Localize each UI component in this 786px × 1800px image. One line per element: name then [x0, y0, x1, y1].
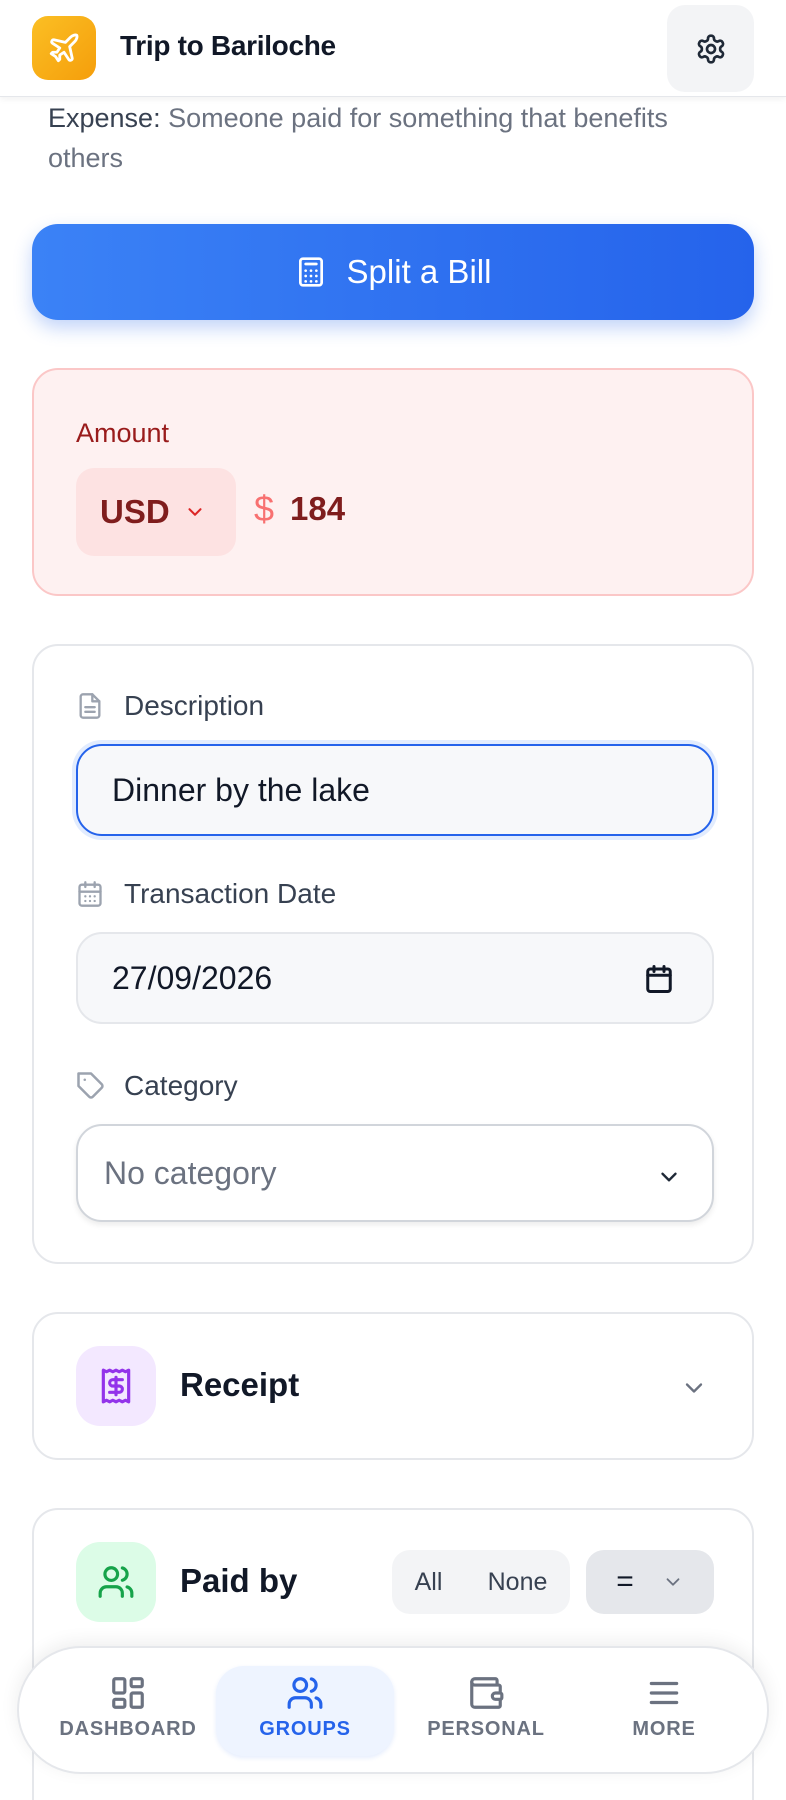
nav-more[interactable]: MORE — [575, 1666, 753, 1756]
settings-button[interactable] — [667, 5, 754, 92]
category-value: No category — [104, 1154, 277, 1191]
document-icon — [76, 691, 108, 721]
nav-groups[interactable]: GROUPS — [216, 1666, 394, 1756]
calendar-small-icon — [76, 879, 108, 909]
date-label-text: Transaction Date — [124, 878, 337, 909]
hint-label: Expense: — [48, 103, 161, 133]
tag-icon — [76, 1071, 108, 1101]
category-select[interactable]: No category — [76, 1124, 714, 1222]
nav-dashboard[interactable]: DASHBOARD — [39, 1666, 217, 1756]
split-mode-select[interactable]: = — [586, 1550, 714, 1614]
amount-input[interactable]: 184 — [290, 490, 345, 528]
receipt-section[interactable]: Receipt — [32, 1312, 754, 1460]
users-icon — [285, 1674, 325, 1712]
date-label: Transaction Date — [76, 878, 336, 910]
chevron-down-icon — [656, 1164, 682, 1190]
split-bill-label: Split a Bill — [346, 253, 492, 290]
app-header: Trip to Bariloche — [0, 0, 786, 97]
amount-card: Amount USD $ 184 — [32, 368, 754, 596]
nav-dashboard-label: DASHBOARD — [59, 1718, 197, 1740]
airplane-icon — [32, 16, 96, 80]
details-card: Description Dinner by the lake Transacti… — [32, 644, 754, 1264]
gear-icon — [695, 33, 727, 65]
users-icon — [76, 1542, 156, 1622]
calendar-icon[interactable] — [644, 964, 674, 994]
amount-label: Amount — [76, 418, 170, 448]
menu-icon — [645, 1674, 683, 1712]
chevron-down-icon — [680, 1374, 708, 1402]
chevron-down-icon — [184, 501, 206, 523]
description-input[interactable]: Dinner by the lake — [76, 744, 714, 836]
bottom-nav: DASHBOARD GROUPS PERSONAL MORE — [17, 1646, 769, 1774]
page-title: Trip to Bariloche — [120, 30, 336, 61]
nav-personal-label: PERSONAL — [427, 1718, 545, 1740]
chevron-down-icon — [662, 1571, 684, 1593]
transaction-date-value: 27/09/2026 — [112, 959, 273, 996]
currency-select[interactable]: USD — [76, 468, 236, 556]
nav-personal[interactable]: PERSONAL — [397, 1666, 575, 1756]
expense-hint: Expense: Someone paid for something that… — [48, 98, 748, 178]
category-label: Category — [76, 1070, 238, 1102]
calculator-icon — [295, 254, 327, 290]
receipt-icon — [76, 1346, 156, 1426]
receipt-title: Receipt — [180, 1366, 300, 1403]
paid-by-title: Paid by — [180, 1562, 298, 1599]
select-all-button[interactable]: All — [415, 1568, 443, 1597]
description-label: Description — [76, 690, 264, 722]
currency-symbol: $ — [254, 488, 275, 529]
nav-groups-label: GROUPS — [259, 1718, 351, 1740]
grid-icon — [109, 1674, 147, 1712]
split-bill-button[interactable]: Split a Bill — [32, 224, 754, 320]
transaction-date-input[interactable]: 27/09/2026 — [76, 932, 714, 1024]
split-mode-value: = — [616, 1565, 634, 1598]
category-label-text: Category — [124, 1070, 238, 1101]
nav-more-label: MORE — [632, 1718, 696, 1740]
select-all-none-toggle: All None — [392, 1550, 570, 1614]
select-none-button[interactable]: None — [488, 1568, 548, 1597]
currency-value: USD — [100, 493, 170, 530]
wallet-icon — [467, 1674, 505, 1712]
description-label-text: Description — [124, 690, 265, 721]
